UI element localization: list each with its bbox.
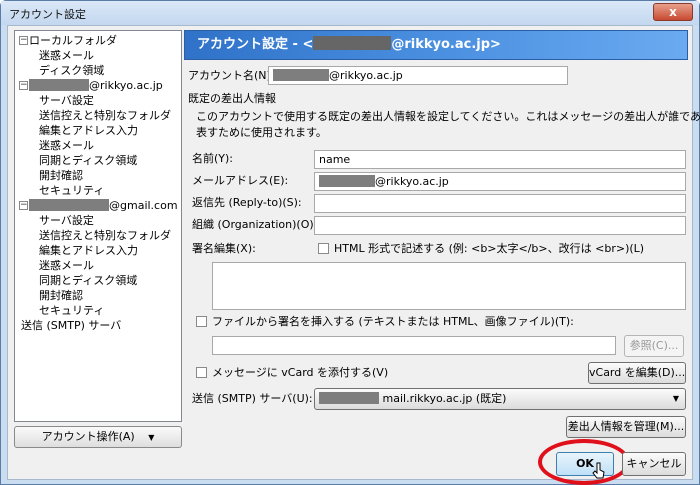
signature-file-input[interactable] [212, 336, 616, 355]
smtp-label: 送信 (SMTP) サーバ(U): [192, 392, 313, 405]
email-domain: @rikkyo.ac.jp [375, 175, 449, 188]
redacted-block [313, 36, 392, 50]
redacted-block [319, 392, 379, 404]
organization-label: 組織 (Organization)(O): [192, 218, 318, 231]
close-button[interactable]: x [653, 3, 693, 21]
header-prefix: アカウント設定 - < [197, 37, 314, 52]
tree-account-gmail[interactable]: @gmail.com [29, 198, 178, 213]
html-format-label: HTML 形式で記述する (例: <b>太字</b>、改行は <br>)(L) [334, 242, 645, 255]
file-signature-checkbox[interactable] [196, 316, 207, 327]
smtp-server-select[interactable]: mail.rikkyo.ac.jp (既定) ▼ [314, 388, 686, 410]
tree-item[interactable]: 送信控えと特別なフォルダ [39, 228, 171, 243]
collapse-icon[interactable]: − [19, 81, 28, 90]
email-label: メールアドレス(E): [192, 174, 289, 187]
account-domain: @gmail.com [109, 199, 178, 212]
file-signature-label: ファイルから署名を挿入する (テキストまたは HTML、画像ファイル)(T): [212, 315, 574, 328]
redacted-block [319, 175, 375, 187]
tree-item[interactable]: 開封確認 [39, 168, 83, 183]
account-settings-window: アカウント設定 x − ローカルフォルダ 迷惑メール ディスク領域 − @rik… [0, 0, 700, 485]
account-name-label: アカウント名(N): [188, 69, 275, 82]
signature-label: 署名編集(X): [192, 242, 256, 255]
tree-item[interactable]: 同期とディスク領域 [39, 153, 137, 168]
section-title: 既定の差出人情報 [188, 92, 276, 105]
reply-to-label: 返信先 (Reply-to)(S): [192, 196, 302, 209]
window-title: アカウント設定 [9, 8, 86, 21]
description-line: 表すために使用されます。 [196, 126, 327, 139]
html-format-checkbox[interactable] [318, 243, 329, 254]
manage-identities-button[interactable]: 差出人情報を管理(M)... [566, 416, 686, 438]
tree-item[interactable]: サーバ設定 [39, 213, 94, 228]
description-line: このアカウントで使用する既定の差出人情報を設定してください。これはメッセージの差… [196, 110, 700, 123]
tree-local-folder[interactable]: ローカルフォルダ [29, 33, 117, 48]
panel-header: アカウント設定 - < @rikkyo.ac.jp> [184, 30, 688, 60]
account-tree: − ローカルフォルダ 迷惑メール ディスク領域 − @rikkyo.ac.jp … [14, 30, 182, 422]
reply-to-input[interactable] [314, 194, 686, 213]
tree-item[interactable]: 同期とディスク領域 [39, 273, 137, 288]
email-input[interactable]: @rikkyo.ac.jp [314, 172, 686, 191]
tree-item[interactable]: 迷惑メール [39, 48, 94, 63]
mouse-cursor-icon [592, 462, 605, 479]
tree-item[interactable]: 送信控えと特別なフォルダ [39, 108, 171, 123]
tree-item[interactable]: 迷惑メール [39, 138, 94, 153]
tree-item[interactable]: ディスク領域 [39, 63, 104, 78]
tree-account-rikkyo[interactable]: @rikkyo.ac.jp [29, 78, 163, 93]
tree-smtp-server[interactable]: 送信 (SMTP) サーバ [21, 318, 121, 333]
dropdown-arrow-icon: ▼ [672, 394, 679, 403]
smtp-value: mail.rikkyo.ac.jp (既定) [382, 392, 507, 405]
identity-section: 既定の差出人情報 このアカウントで使用する既定の差出人情報を設定してください。こ… [184, 90, 700, 422]
dialog-body: − ローカルフォルダ 迷惑メール ディスク領域 − @rikkyo.ac.jp … [7, 25, 700, 485]
dropdown-arrow-icon: ▼ [148, 433, 155, 442]
title-bar: アカウント設定 x [1, 1, 699, 25]
vcard-checkbox[interactable] [196, 367, 207, 378]
tree-item[interactable]: 編集とアドレス入力 [39, 123, 138, 138]
collapse-icon[interactable]: − [19, 36, 28, 45]
tree-item[interactable]: 編集とアドレス入力 [39, 243, 138, 258]
account-name-input[interactable]: @rikkyo.ac.jp [268, 66, 568, 85]
account-name-domain: @rikkyo.ac.jp [329, 69, 403, 82]
edit-vcard-button[interactable]: vCard を編集(D)... [588, 362, 686, 384]
account-domain: @rikkyo.ac.jp [89, 79, 163, 92]
redacted-block [273, 69, 329, 81]
account-actions-label: アカウント操作(A) [41, 430, 135, 443]
cancel-button[interactable]: キャンセル [622, 452, 686, 476]
account-settings-panel: アカウント設定 - < @rikkyo.ac.jp> アカウント名(N): @ri… [184, 30, 700, 422]
tree-item[interactable]: セキュリティ [39, 183, 104, 198]
redacted-block [29, 79, 89, 91]
account-actions-button[interactable]: アカウント操作(A) ▼ [14, 426, 182, 448]
tree-item[interactable]: 開封確認 [39, 288, 83, 303]
highlight-ring [538, 439, 630, 485]
tree-item[interactable]: サーバ設定 [39, 93, 94, 108]
tree-item[interactable]: セキュリティ [39, 303, 104, 318]
browse-button[interactable]: 参照(C)... [624, 335, 684, 357]
name-input[interactable]: name [314, 150, 686, 169]
signature-textarea[interactable] [212, 262, 686, 310]
tree-item[interactable]: 迷惑メール [39, 258, 94, 273]
collapse-icon[interactable]: − [19, 201, 28, 210]
name-label: 名前(Y): [192, 152, 234, 165]
organization-input[interactable] [314, 216, 686, 235]
redacted-block [29, 199, 109, 211]
vcard-label: メッセージに vCard を添付する(V) [212, 366, 389, 379]
header-suffix: @rikkyo.ac.jp> [391, 37, 501, 52]
